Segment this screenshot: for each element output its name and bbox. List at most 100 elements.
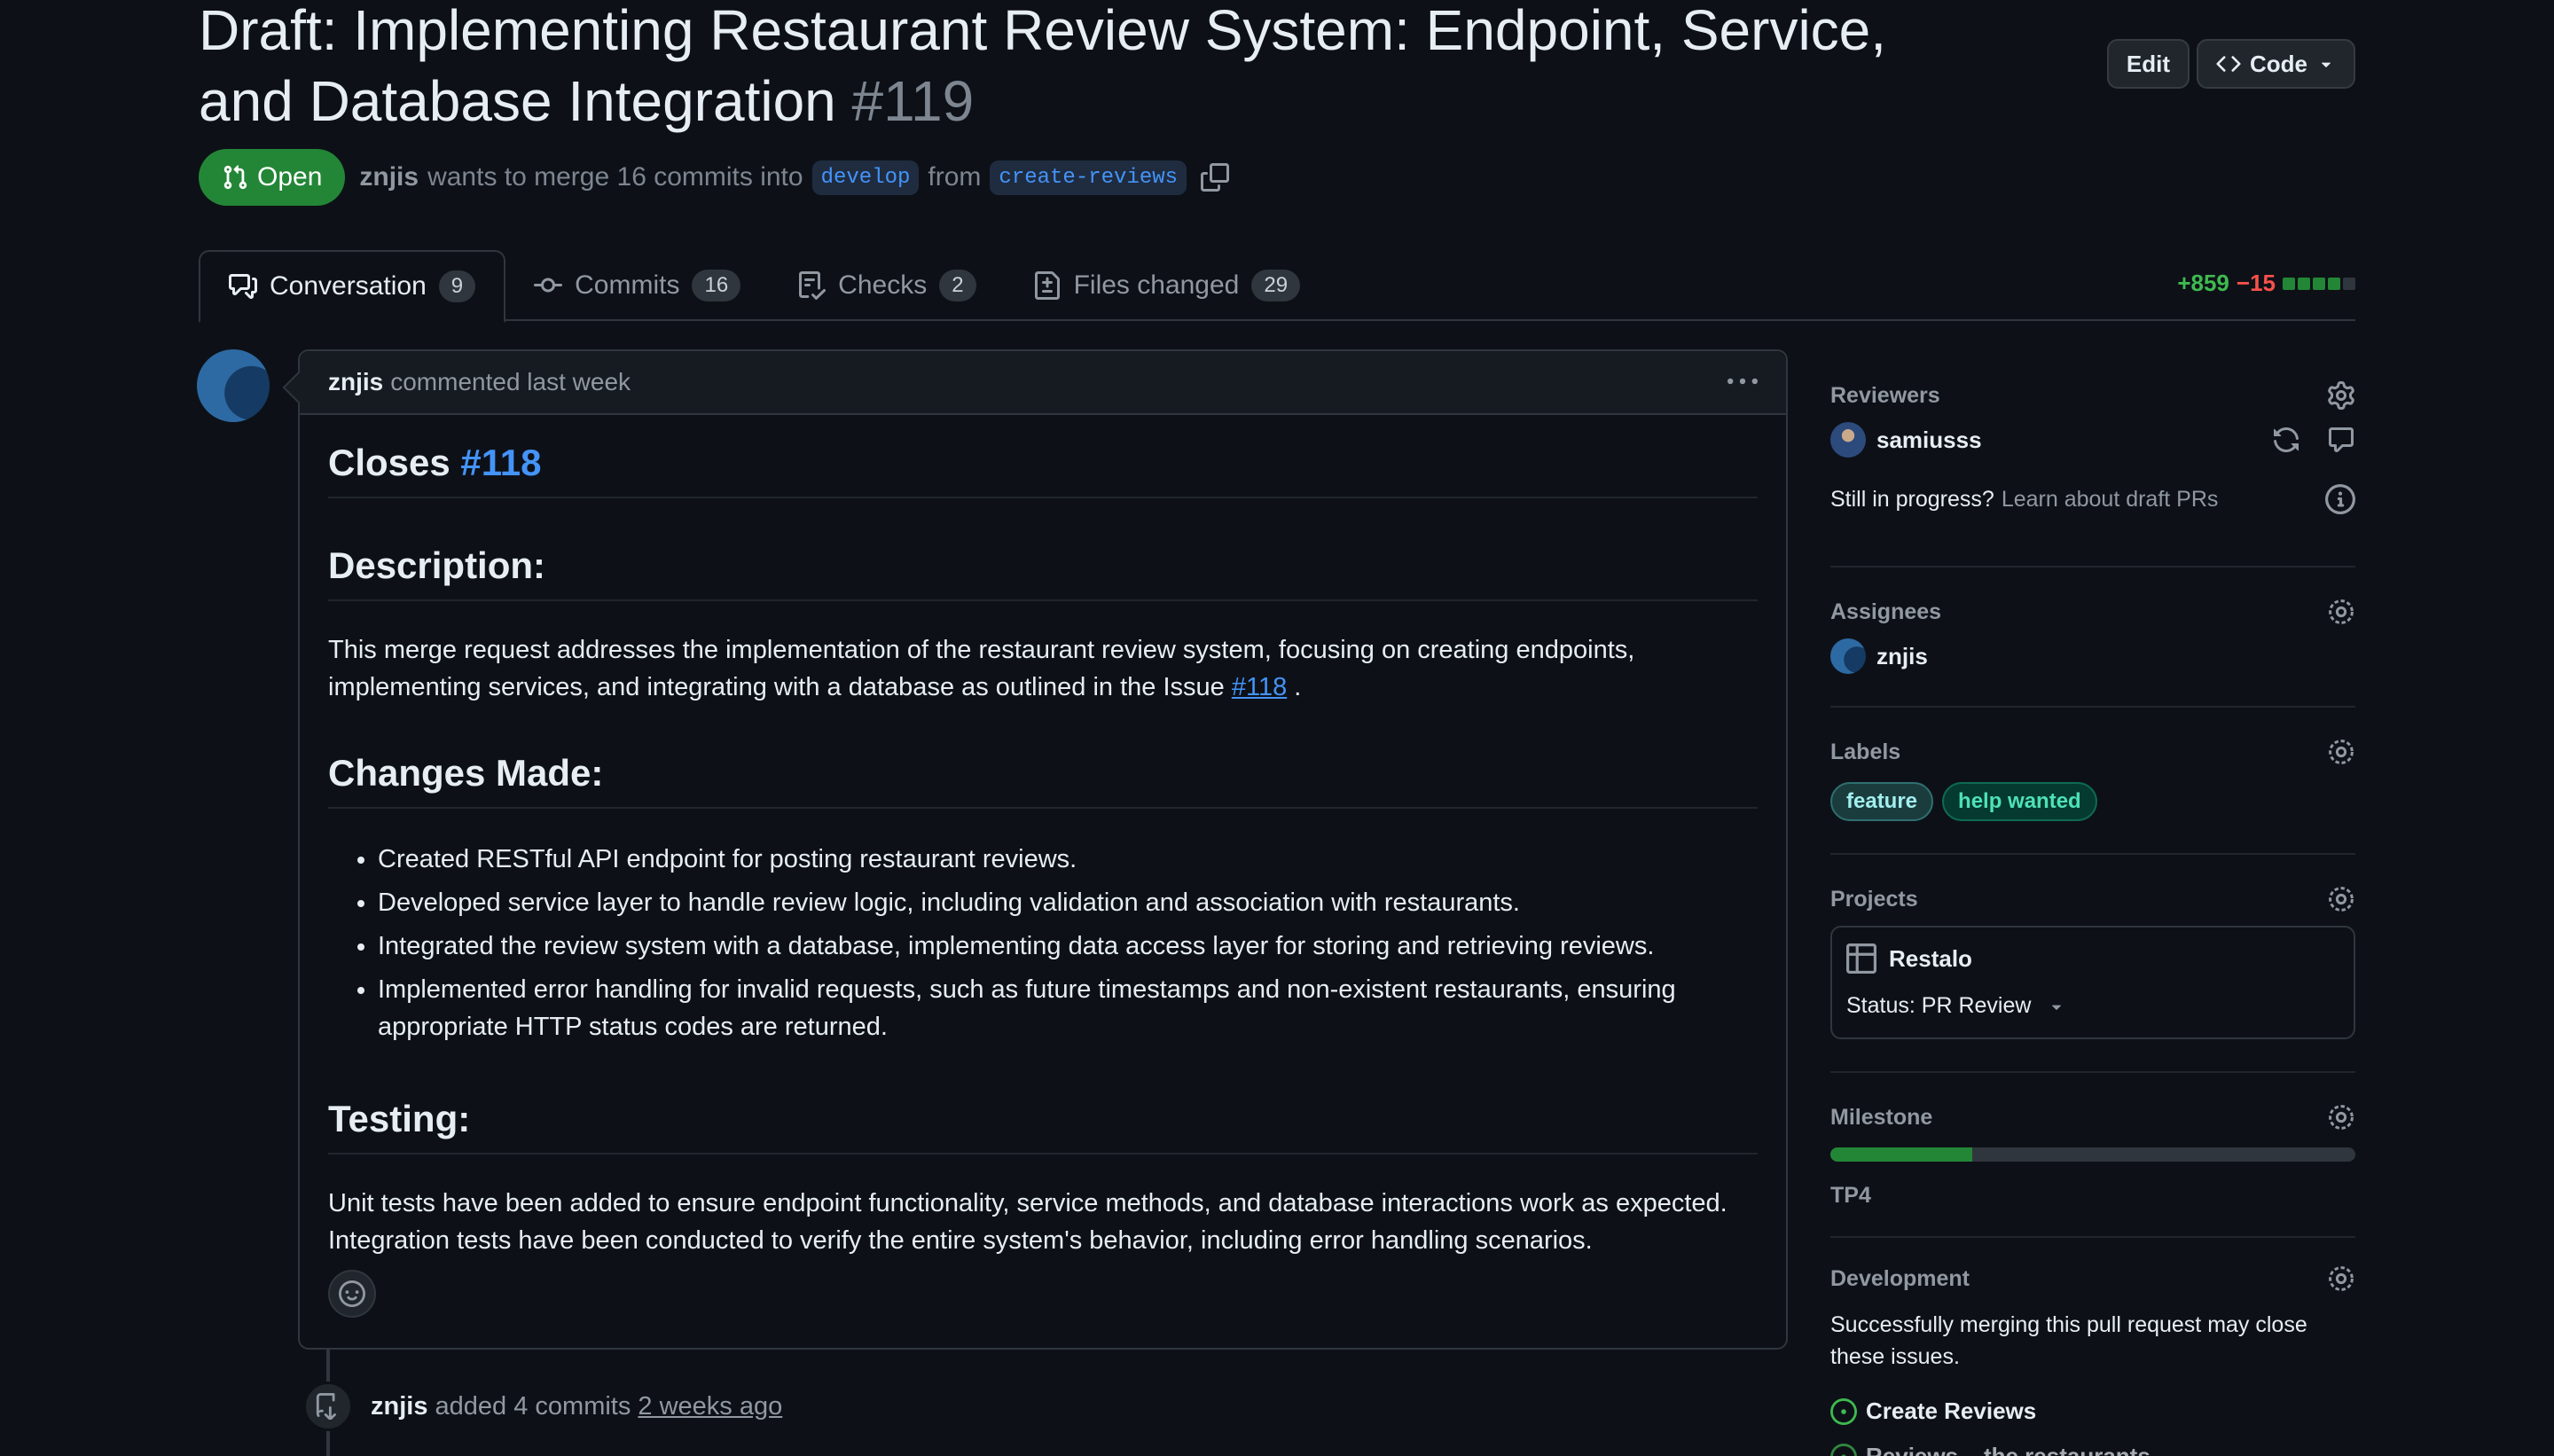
list-item: Integrated the review system with a data… bbox=[378, 928, 1758, 965]
code-button-label: Code bbox=[2250, 50, 2307, 77]
diffstat-deletions: −15 bbox=[2236, 270, 2276, 296]
code-button[interactable]: Code bbox=[2197, 39, 2355, 89]
comment-header: znjis commented last week bbox=[300, 351, 1786, 415]
pr-tabs: Conversation 9 Commits 16 Checks 2 Files… bbox=[199, 250, 2355, 323]
closes-issue-link[interactable]: #118 bbox=[460, 442, 541, 483]
comment-discussion-icon bbox=[229, 274, 257, 299]
tab-conversation[interactable]: Conversation 9 bbox=[199, 250, 506, 323]
list-item: Developed service layer to handle review… bbox=[378, 884, 1758, 921]
header-actions: Edit Code bbox=[2106, 39, 2355, 89]
assignee-name[interactable]: znjis bbox=[1876, 643, 1928, 670]
timeline-badge bbox=[303, 1382, 353, 1431]
comment-body: Closes #118 Description: This merge requ… bbox=[300, 415, 1786, 1259]
changes-heading: Changes Made: bbox=[328, 706, 1758, 809]
tab-checks-label: Checks bbox=[838, 270, 928, 300]
info-icon[interactable] bbox=[2325, 484, 2355, 514]
description-text: This merge request addresses the impleme… bbox=[328, 631, 1758, 706]
pr-state-row: Open znjis wants to merge 16 commits int… bbox=[199, 149, 1230, 206]
state-label: Open bbox=[257, 162, 323, 192]
timeline-time[interactable]: 2 weeks ago bbox=[638, 1392, 782, 1421]
development-text: Successfully merging this pull request m… bbox=[1830, 1312, 2307, 1369]
diffstat-blocks bbox=[2283, 277, 2355, 290]
labels-list: feature help wanted bbox=[1830, 782, 2355, 821]
merge-text: wants to merge 16 commits into bbox=[427, 162, 803, 192]
label-help-wanted[interactable]: help wanted bbox=[1942, 782, 2097, 821]
pr-number: #119 bbox=[851, 69, 975, 133]
triangle-down-icon bbox=[2052, 1005, 2062, 1010]
reviewers-header: Reviewers bbox=[1830, 355, 2355, 410]
project-name[interactable]: Restalo bbox=[1889, 945, 1972, 973]
git-commit-icon bbox=[534, 278, 563, 293]
triangle-down-icon bbox=[2321, 62, 2331, 67]
git-pull-request-icon bbox=[223, 165, 247, 190]
tab-conversation-count: 9 bbox=[438, 270, 476, 302]
diffstat-block bbox=[2343, 277, 2355, 290]
testing-text: Unit tests have been added to ensure end… bbox=[328, 1189, 1727, 1255]
tab-checks[interactable]: Checks 2 bbox=[769, 250, 1004, 321]
sync-icon[interactable] bbox=[2272, 426, 2300, 454]
kebab-horizontal-icon[interactable] bbox=[1727, 367, 1758, 397]
projects-header: Projects bbox=[1830, 855, 2355, 913]
description-heading: Description: bbox=[328, 498, 1758, 601]
description-suffix: . bbox=[1294, 673, 1302, 701]
list-item: Created RESTful API endpoint for posting… bbox=[378, 841, 1758, 878]
draft-learn-link[interactable]: Learn about draft PRs bbox=[2002, 487, 2219, 513]
development-header: Development bbox=[1830, 1238, 2355, 1293]
gear-icon[interactable] bbox=[2327, 1103, 2355, 1131]
project-card[interactable]: Restalo Status: PR Review bbox=[1830, 926, 2355, 1039]
development-title: Development bbox=[1830, 1265, 1970, 1291]
table-icon bbox=[1846, 943, 1876, 974]
list-item: Implemented error handling for invalid r… bbox=[378, 971, 1758, 1045]
gear-icon[interactable] bbox=[2327, 598, 2355, 626]
milestone-section: Milestone TP4 bbox=[1830, 1073, 2355, 1238]
assignees-header: Assignees bbox=[1830, 568, 2355, 626]
label-feature[interactable]: feature bbox=[1830, 782, 1934, 821]
avatar[interactable] bbox=[1830, 638, 1866, 674]
copy-icon[interactable] bbox=[1201, 163, 1230, 192]
tab-checks-count: 2 bbox=[939, 270, 976, 301]
milestone-name[interactable]: TP4 bbox=[1830, 1183, 2355, 1209]
reviewer-name[interactable]: samiusss bbox=[1876, 427, 1982, 454]
gear-icon[interactable] bbox=[2327, 738, 2355, 766]
draft-note: Still in progress? Learn about draft PRs bbox=[1830, 484, 2355, 514]
pr-description-comment: znjis commented last week Closes #118 De… bbox=[298, 349, 1788, 1350]
head-branch[interactable]: create-reviews bbox=[990, 160, 1187, 195]
comment-author[interactable]: znjis bbox=[328, 368, 383, 396]
smiley-icon bbox=[339, 1280, 365, 1307]
merge-summary: znjis wants to merge 16 commits into dev… bbox=[359, 160, 1230, 195]
repo-push-icon bbox=[316, 1393, 336, 1420]
tab-commits[interactable]: Commits 16 bbox=[505, 250, 769, 321]
comment-icon[interactable] bbox=[2327, 426, 2355, 454]
projects-section: Projects Restalo Status: PR Review bbox=[1830, 855, 2355, 1073]
diffstat-additions: +859 bbox=[2177, 270, 2229, 296]
labels-title: Labels bbox=[1830, 739, 1901, 764]
linked-issue[interactable]: Create Reviews bbox=[1830, 1397, 2355, 1425]
timeline-author[interactable]: znjis bbox=[371, 1392, 427, 1421]
gear-icon[interactable] bbox=[2327, 1264, 2355, 1293]
diffstat[interactable]: +859 −15 bbox=[2177, 270, 2355, 297]
pr-sidebar: Reviewers samiusss Still in progress? Le… bbox=[1830, 355, 2355, 1456]
linked-issue[interactable]: Reviews ...the restaurants bbox=[1830, 1443, 2355, 1456]
tab-conversation-label: Conversation bbox=[270, 271, 427, 301]
milestone-title: Milestone bbox=[1830, 1104, 1933, 1130]
base-branch[interactable]: develop bbox=[811, 160, 920, 195]
closes-prefix: Closes bbox=[328, 442, 450, 483]
tab-files-changed[interactable]: Files changed 29 bbox=[1005, 250, 1329, 321]
diffstat-block bbox=[2298, 277, 2310, 290]
labels-header: Labels bbox=[1830, 708, 2355, 766]
milestone-progress bbox=[1830, 1147, 2355, 1162]
gear-icon[interactable] bbox=[2327, 885, 2355, 913]
author-avatar[interactable] bbox=[197, 349, 270, 422]
timeline-commits-event: znjis added 4 commits 2 weeks ago bbox=[303, 1382, 782, 1431]
avatar[interactable] bbox=[1830, 422, 1866, 458]
pr-author-link[interactable]: znjis bbox=[359, 162, 419, 192]
add-reaction-button[interactable] bbox=[328, 1270, 376, 1318]
assignees-title: Assignees bbox=[1830, 599, 1942, 624]
edit-button[interactable]: Edit bbox=[2106, 39, 2190, 89]
tab-commits-count: 16 bbox=[692, 270, 741, 301]
project-status[interactable]: Status: PR Review bbox=[1846, 993, 2339, 1019]
diffstat-block bbox=[2283, 277, 2295, 290]
gear-icon[interactable] bbox=[2327, 381, 2355, 410]
development-section: Development Successfully merging this pu… bbox=[1830, 1238, 2355, 1456]
description-issue-link[interactable]: #118 bbox=[1232, 673, 1287, 701]
